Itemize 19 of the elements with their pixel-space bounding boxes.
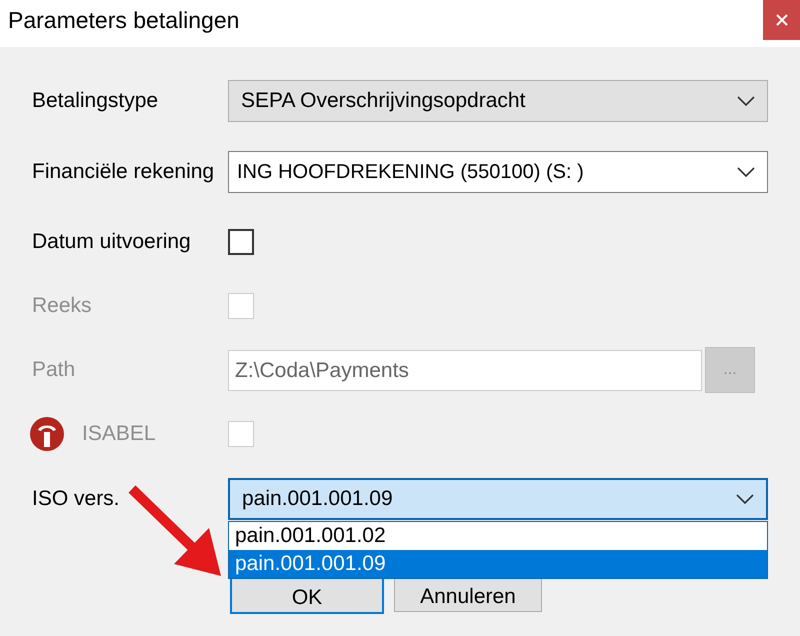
dropdown[interactable]: SEPA Overschrijvingsopdracht — [228, 80, 768, 122]
chevron-down-icon — [737, 96, 755, 106]
dropdown-option[interactable]: pain.001.001.02 — [229, 522, 767, 550]
field-label: Datum uitvoering — [31, 230, 191, 254]
close-icon — [776, 14, 788, 26]
dropdown[interactable]: pain.001.001.09 — [228, 478, 768, 520]
chevron-down-icon — [736, 494, 754, 504]
dropdown[interactable]: ING HOOFDREKENING (550100) (S: ) — [228, 151, 768, 193]
field-label: ISABEL — [81, 422, 156, 446]
checkbox[interactable] — [228, 229, 254, 255]
field-label: Path — [31, 358, 76, 382]
field-label: Financiële rekening — [31, 160, 214, 184]
dropdown-option[interactable]: pain.001.001.09 — [229, 550, 767, 578]
field-label: Reeks — [31, 294, 92, 318]
chevron-down-icon — [737, 167, 755, 177]
field-label: ISO vers. — [31, 487, 120, 511]
field-label: Betalingstype — [31, 89, 158, 113]
close-button[interactable] — [763, 0, 800, 40]
window-title: Parameters betalingen — [7, 6, 240, 34]
